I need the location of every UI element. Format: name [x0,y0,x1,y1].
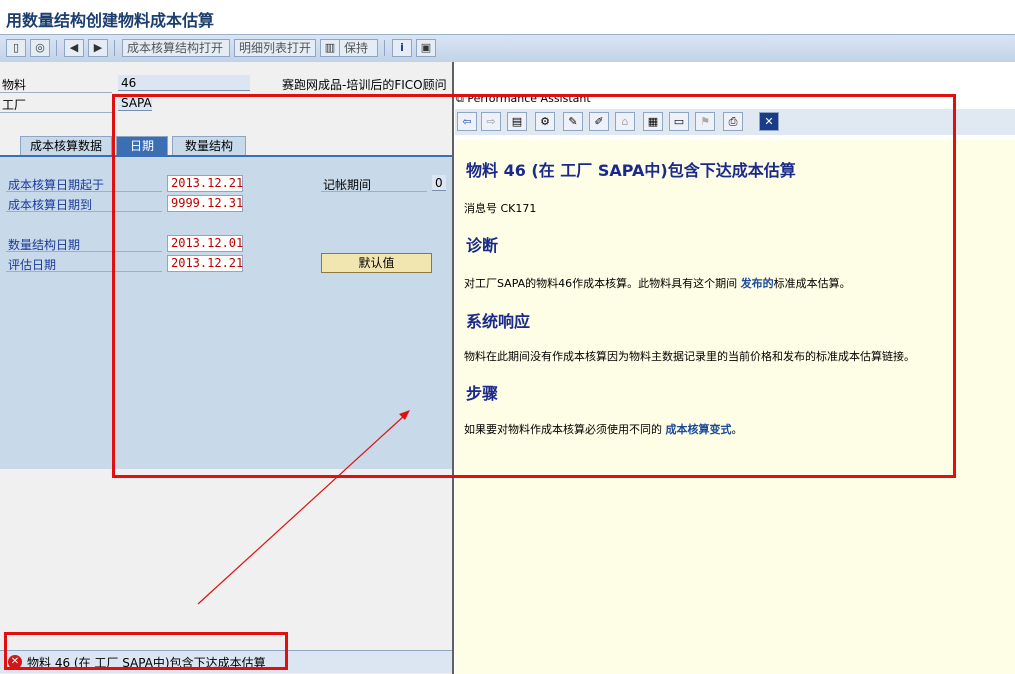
annotation-arrow [197,410,410,605]
